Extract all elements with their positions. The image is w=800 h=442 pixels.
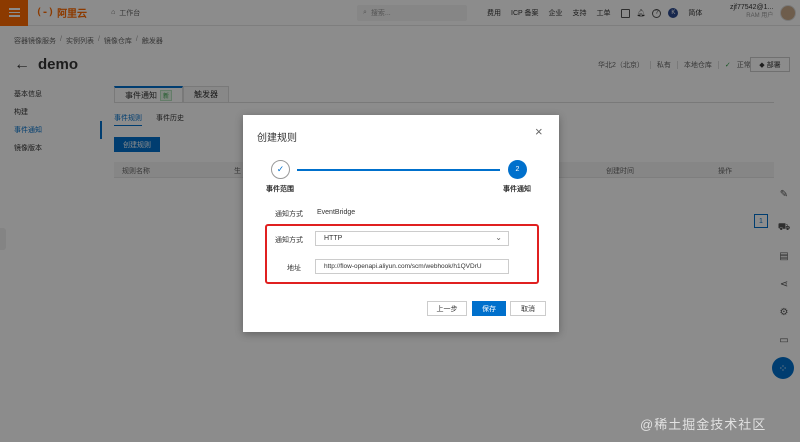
- notify-channel-label: 通知方式: [275, 211, 303, 218]
- watermark: @稀土掘金技术社区: [640, 417, 767, 432]
- previous-step-button[interactable]: 上一步: [427, 301, 467, 316]
- cancel-button[interactable]: 取消: [510, 301, 546, 316]
- step-2-label: 事件通知: [503, 186, 531, 193]
- dialog-title: 创建规则: [257, 133, 297, 144]
- step-1-label: 事件范围: [266, 186, 294, 193]
- annotation-highlight-box: [265, 224, 539, 284]
- notify-channel-value: EventBridge: [317, 209, 356, 216]
- create-rule-dialog: 创建规则 × ✓ 2 事件范围 事件通知 通知方式 EventBridge 通知…: [243, 115, 559, 332]
- step-progress-line: [297, 169, 500, 171]
- close-icon[interactable]: ×: [535, 125, 543, 138]
- save-button[interactable]: 保存: [472, 301, 506, 316]
- step-complete-check-icon: ✓: [271, 160, 290, 179]
- step-2-indicator: 2: [508, 160, 527, 179]
